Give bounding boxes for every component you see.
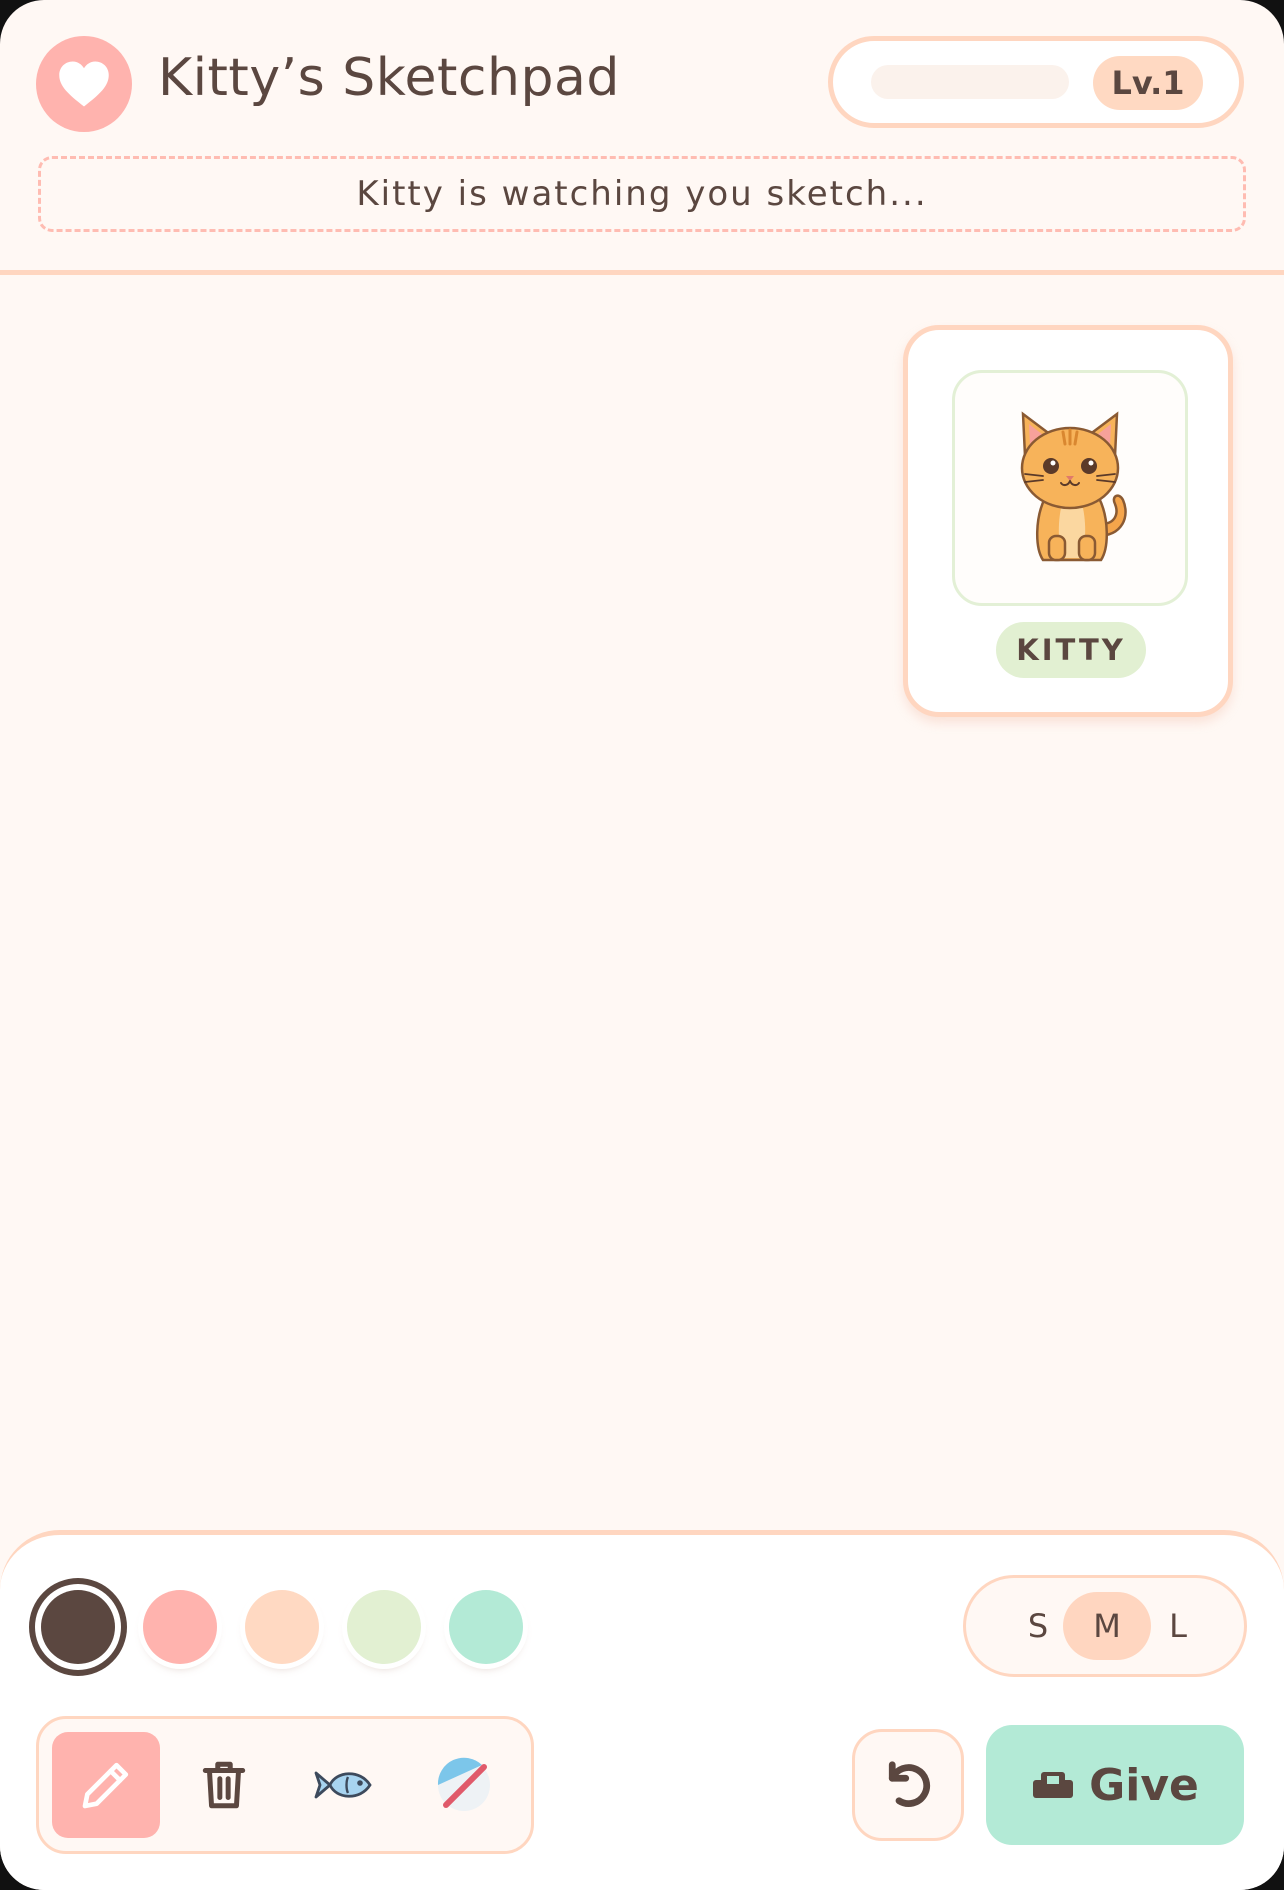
pet-card[interactable]: KITTY [903, 325, 1233, 717]
cat-icon [1020, 411, 1127, 562]
yarn-ball-icon [437, 1757, 490, 1811]
logo [36, 36, 132, 132]
color-swatch-pink[interactable] [143, 1590, 217, 1664]
pencil-tool-button[interactable] [52, 1732, 160, 1838]
tool-group [36, 1716, 534, 1854]
color-swatch-peach[interactable] [245, 1590, 319, 1664]
undo-icon [888, 1761, 931, 1807]
status-banner: Kitty is watching you sketch... [38, 156, 1246, 232]
trash-icon [202, 1761, 246, 1809]
level-progress: Lv.1 [828, 36, 1244, 128]
play-tool-button[interactable] [410, 1732, 518, 1838]
pet-portrait [952, 370, 1188, 606]
color-swatch-brown[interactable] [41, 1590, 115, 1664]
color-swatch-mint[interactable] [449, 1590, 523, 1664]
clear-tool-button[interactable] [170, 1732, 278, 1838]
gift-icon [1033, 1772, 1074, 1798]
undo-button[interactable] [852, 1729, 964, 1841]
give-label: Give [1089, 1759, 1199, 1811]
app-frame: Kitty’s Sketchpad Lv.1 Kitty is watching… [0, 0, 1284, 1890]
size-large-button[interactable]: L [1134, 1592, 1222, 1660]
pet-name-tag: KITTY [996, 622, 1146, 678]
app-title: Kitty’s Sketchpad [158, 48, 620, 108]
fish-icon [314, 1771, 372, 1799]
header-divider [0, 270, 1284, 275]
level-badge: Lv.1 [1093, 56, 1203, 110]
brush-size-selector: S M L [963, 1575, 1247, 1677]
progress-track [871, 65, 1069, 99]
feed-tool-button[interactable] [290, 1732, 398, 1838]
pencil-icon [82, 1762, 129, 1809]
give-button[interactable]: Give [986, 1725, 1244, 1845]
color-swatch-light-green[interactable] [347, 1590, 421, 1664]
heart-icon [59, 61, 109, 107]
